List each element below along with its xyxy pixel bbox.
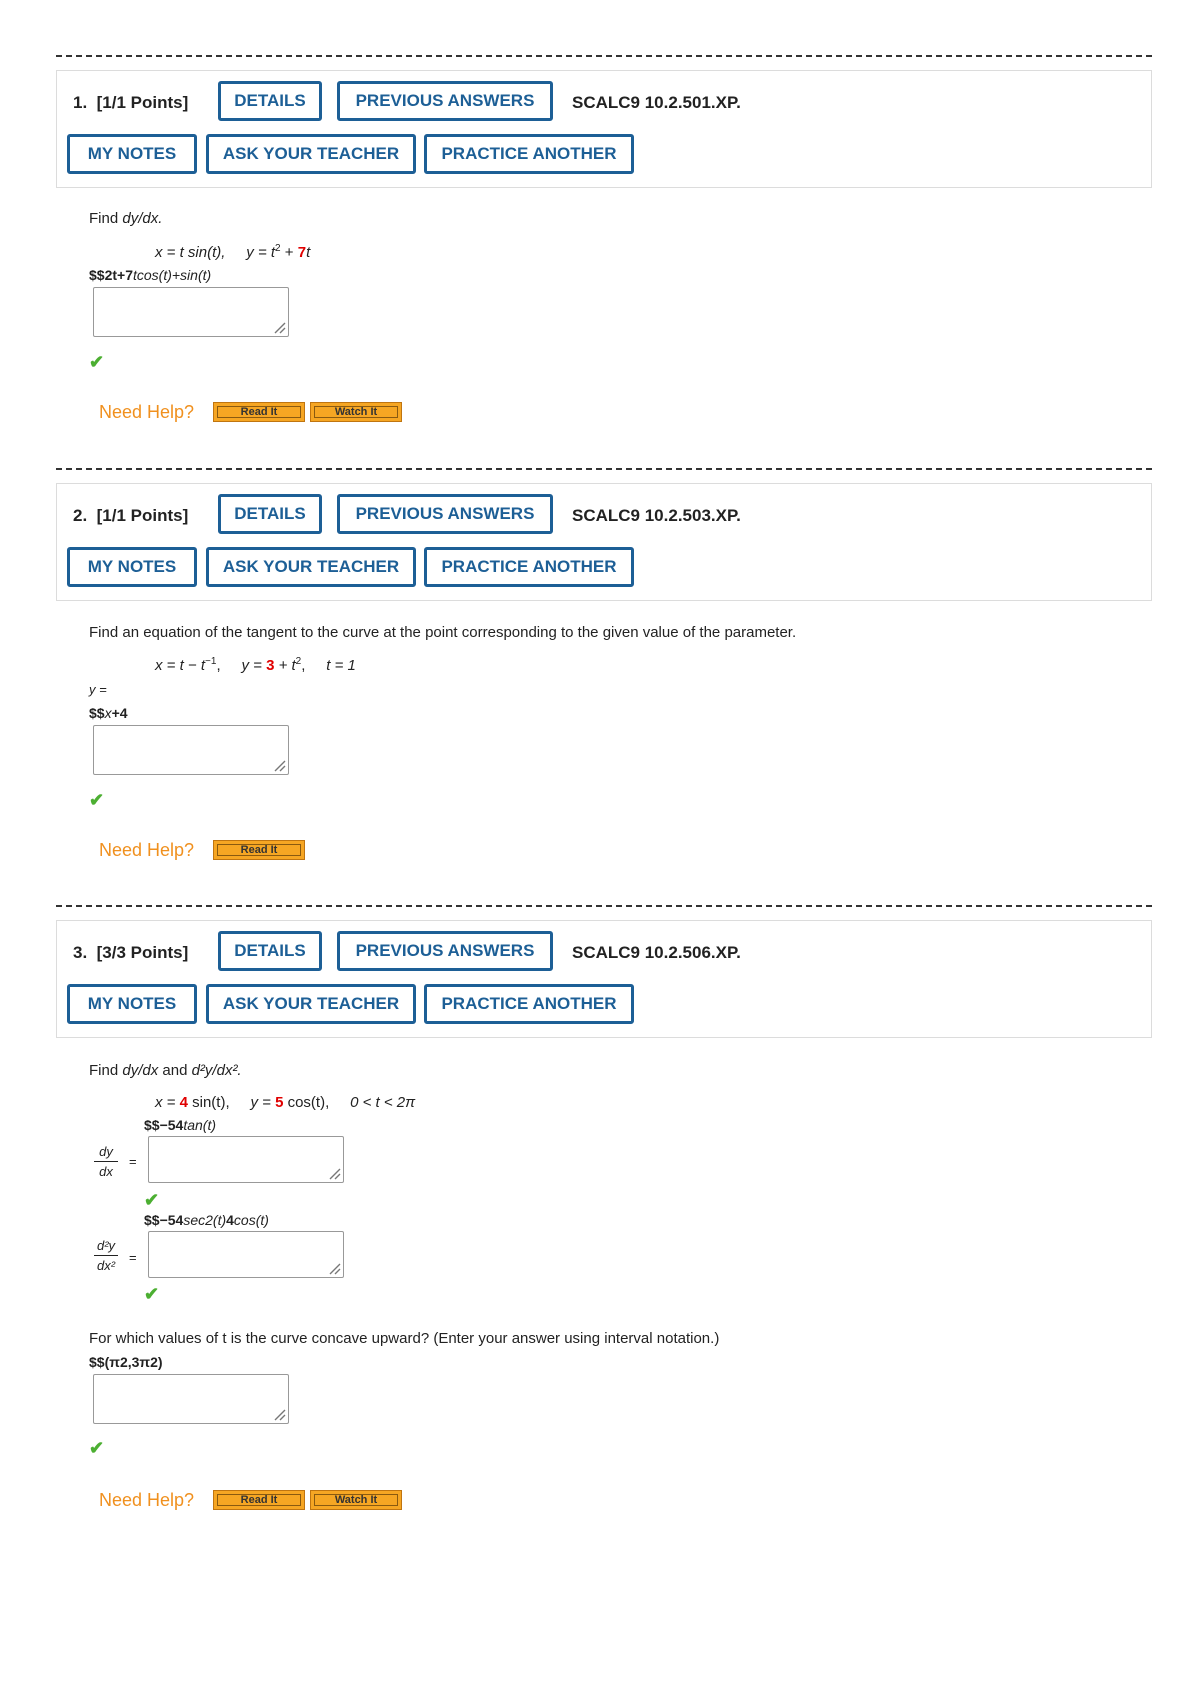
my-notes-button[interactable]: MY NOTES [67,134,197,174]
answer-input[interactable] [93,287,289,337]
details-button[interactable]: DETAILS [218,931,322,971]
question-code: SCALC9 10.2.506.XP. [572,943,741,962]
read-it-button[interactable]: Read It [213,1490,305,1510]
correct-check-icon: ✔ [89,1438,105,1458]
my-notes-button[interactable]: MY NOTES [67,984,197,1024]
separator [56,468,1152,470]
resize-handle-icon[interactable] [272,1407,286,1421]
previous-answer-concave: $$(π2,3π2) [89,1354,163,1370]
details-button[interactable]: DETAILS [218,81,322,121]
practice-another-button[interactable]: PRACTICE ANOTHER [424,984,634,1024]
read-it-button[interactable]: Read It [213,840,305,860]
read-it-button[interactable]: Read It [213,402,305,422]
question-code: SCALC9 10.2.503.XP. [572,506,741,525]
correct-check-icon: ✔ [144,1284,160,1304]
previous-answers-button[interactable]: PREVIOUS ANSWERS [337,81,553,121]
question-2-header: 2. [1/1 Points] DETAILS PREVIOUS ANSWERS… [56,483,1152,601]
previous-answer-dydx: $$−54tan(t) [144,1117,217,1133]
correct-check-icon: ✔ [89,352,105,372]
question-2-title: 2. [1/1 Points] [73,506,189,525]
resize-handle-icon[interactable] [327,1166,341,1180]
question-prompt: Find an equation of the tangent to the c… [89,624,797,641]
y-label: y = [89,682,107,697]
equals-sign: = [129,1154,137,1169]
previous-answer: $$x+4 [89,705,128,721]
equation: x = 4 sin(t), y = 5 cos(t), 0 < t < 2π [155,1094,416,1111]
correct-check-icon: ✔ [89,790,105,810]
question-3-title: 3. [3/3 Points] [73,943,189,962]
correct-check-icon: ✔ [144,1190,160,1210]
equals-sign: = [129,1250,137,1265]
ask-your-teacher-button[interactable]: ASK YOUR TEACHER [206,547,416,587]
previous-answers-button[interactable]: PREVIOUS ANSWERS [337,931,553,971]
question-1-header: 1. [1/1 Points] DETAILS PREVIOUS ANSWERS… [56,70,1152,188]
d2ydx2-label: d²y dx² [94,1238,118,1273]
need-help-label: Need Help? [99,840,195,860]
concave-prompt: For which values of t is the curve conca… [89,1330,720,1347]
separator [56,905,1152,907]
resize-handle-icon[interactable] [272,320,286,334]
question-code: SCALC9 10.2.501.XP. [572,93,741,112]
previous-answer: $$2t+7tcos(t)+sin(t) [89,267,212,283]
resize-handle-icon[interactable] [272,758,286,772]
concave-input[interactable] [93,1374,289,1424]
ask-your-teacher-button[interactable]: ASK YOUR TEACHER [206,984,416,1024]
equation: x = t sin(t), y = t2 + 7t [155,243,311,261]
question-3-header: 3. [3/3 Points] DETAILS PREVIOUS ANSWERS… [56,920,1152,1038]
need-help-label: Need Help? [99,1490,195,1510]
practice-another-button[interactable]: PRACTICE ANOTHER [424,134,634,174]
question-prompt: Find dy/dx. [89,210,163,227]
dydx-input[interactable] [148,1136,344,1183]
details-button[interactable]: DETAILS [218,494,322,534]
d2ydx2-input[interactable] [148,1231,344,1278]
watch-it-button[interactable]: Watch It [310,402,402,422]
ask-your-teacher-button[interactable]: ASK YOUR TEACHER [206,134,416,174]
dydx-label: dy dx [94,1144,118,1179]
my-notes-button[interactable]: MY NOTES [67,547,197,587]
previous-answer-d2ydx2: $$−54sec2(t)4cos(t) [144,1212,269,1228]
answer-input[interactable] [93,725,289,775]
question-prompt: Find dy/dx and d²y/dx². [89,1062,242,1079]
separator [56,55,1152,57]
question-1-title: 1. [1/1 Points] [73,93,189,112]
previous-answers-button[interactable]: PREVIOUS ANSWERS [337,494,553,534]
equation: x = t − t−1, y = 3 + t2, t = 1 [155,656,356,674]
need-help-label: Need Help? [99,402,195,422]
watch-it-button[interactable]: Watch It [310,1490,402,1510]
resize-handle-icon[interactable] [327,1261,341,1275]
practice-another-button[interactable]: PRACTICE ANOTHER [424,547,634,587]
